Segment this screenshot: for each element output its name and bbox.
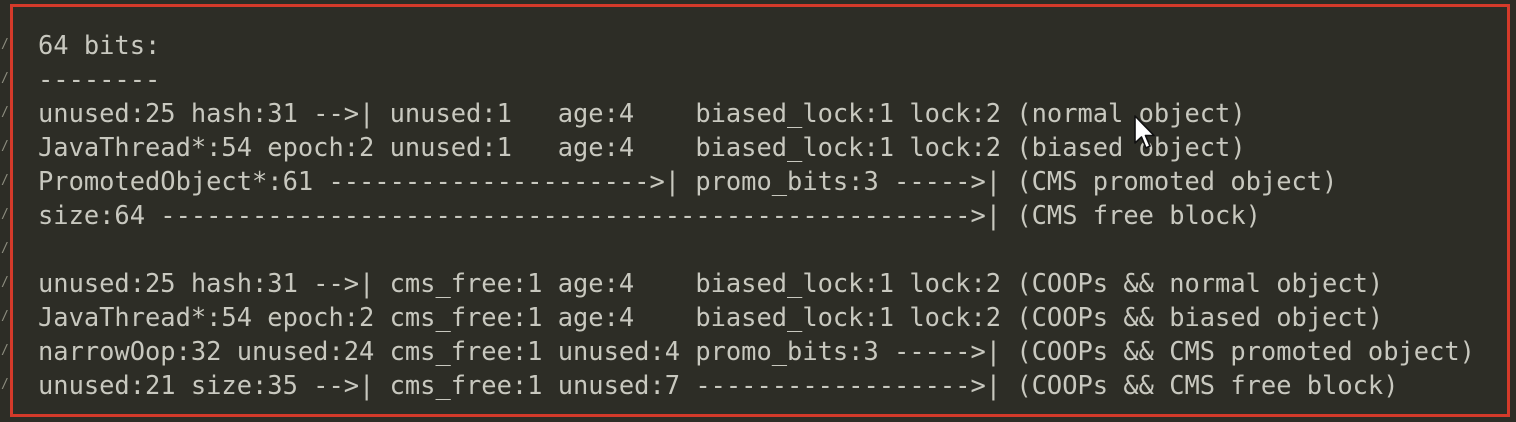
gutter-mark: / [1,173,9,188]
gutter-mark: / [1,71,9,86]
code-line-separator[interactable]: -------- [38,62,1496,96]
gutter-mark: / [1,207,9,222]
gutter: / / / / / / / / / / / [0,28,10,402]
code-editor[interactable]: / / / / / / / / / / / 64 bits: -------- un… [0,0,1516,422]
code-line-coops-cms-free-block[interactable]: unused:21 size:35 -->| cms_free:1 unused… [38,368,1496,402]
gutter-mark: / [1,241,9,256]
gutter-mark: / [1,275,9,290]
code-block[interactable]: 64 bits: -------- unused:25 hash:31 -->| u… [38,28,1496,402]
gutter-mark: / [1,377,9,392]
code-line-blank[interactable] [38,232,1496,266]
code-line-cms-free-block[interactable]: size:64 --------------------------------… [38,198,1496,232]
code-line-header[interactable]: 64 bits: [38,28,1496,62]
code-line-coops-biased-object[interactable]: JavaThread*:54 epoch:2 cms_free:1 age:4 … [38,300,1496,334]
gutter-mark: / [1,139,9,154]
code-line-coops-cms-promoted-object[interactable]: narrowOop:32 unused:24 cms_free:1 unused… [38,334,1496,368]
gutter-mark: / [1,343,9,358]
gutter-mark: / [1,105,9,120]
code-line-normal-object[interactable]: unused:25 hash:31 -->| unused:1 age:4 bi… [38,96,1496,130]
code-line-coops-normal-object[interactable]: unused:25 hash:31 -->| cms_free:1 age:4 … [38,266,1496,300]
gutter-mark: / [1,309,9,324]
gutter-mark: / [1,37,9,52]
code-line-biased-object[interactable]: JavaThread*:54 epoch:2 unused:1 age:4 bi… [38,130,1496,164]
code-line-cms-promoted-object[interactable]: PromotedObject*:61 ---------------------… [38,164,1496,198]
mouse-pointer-icon [1134,115,1155,149]
